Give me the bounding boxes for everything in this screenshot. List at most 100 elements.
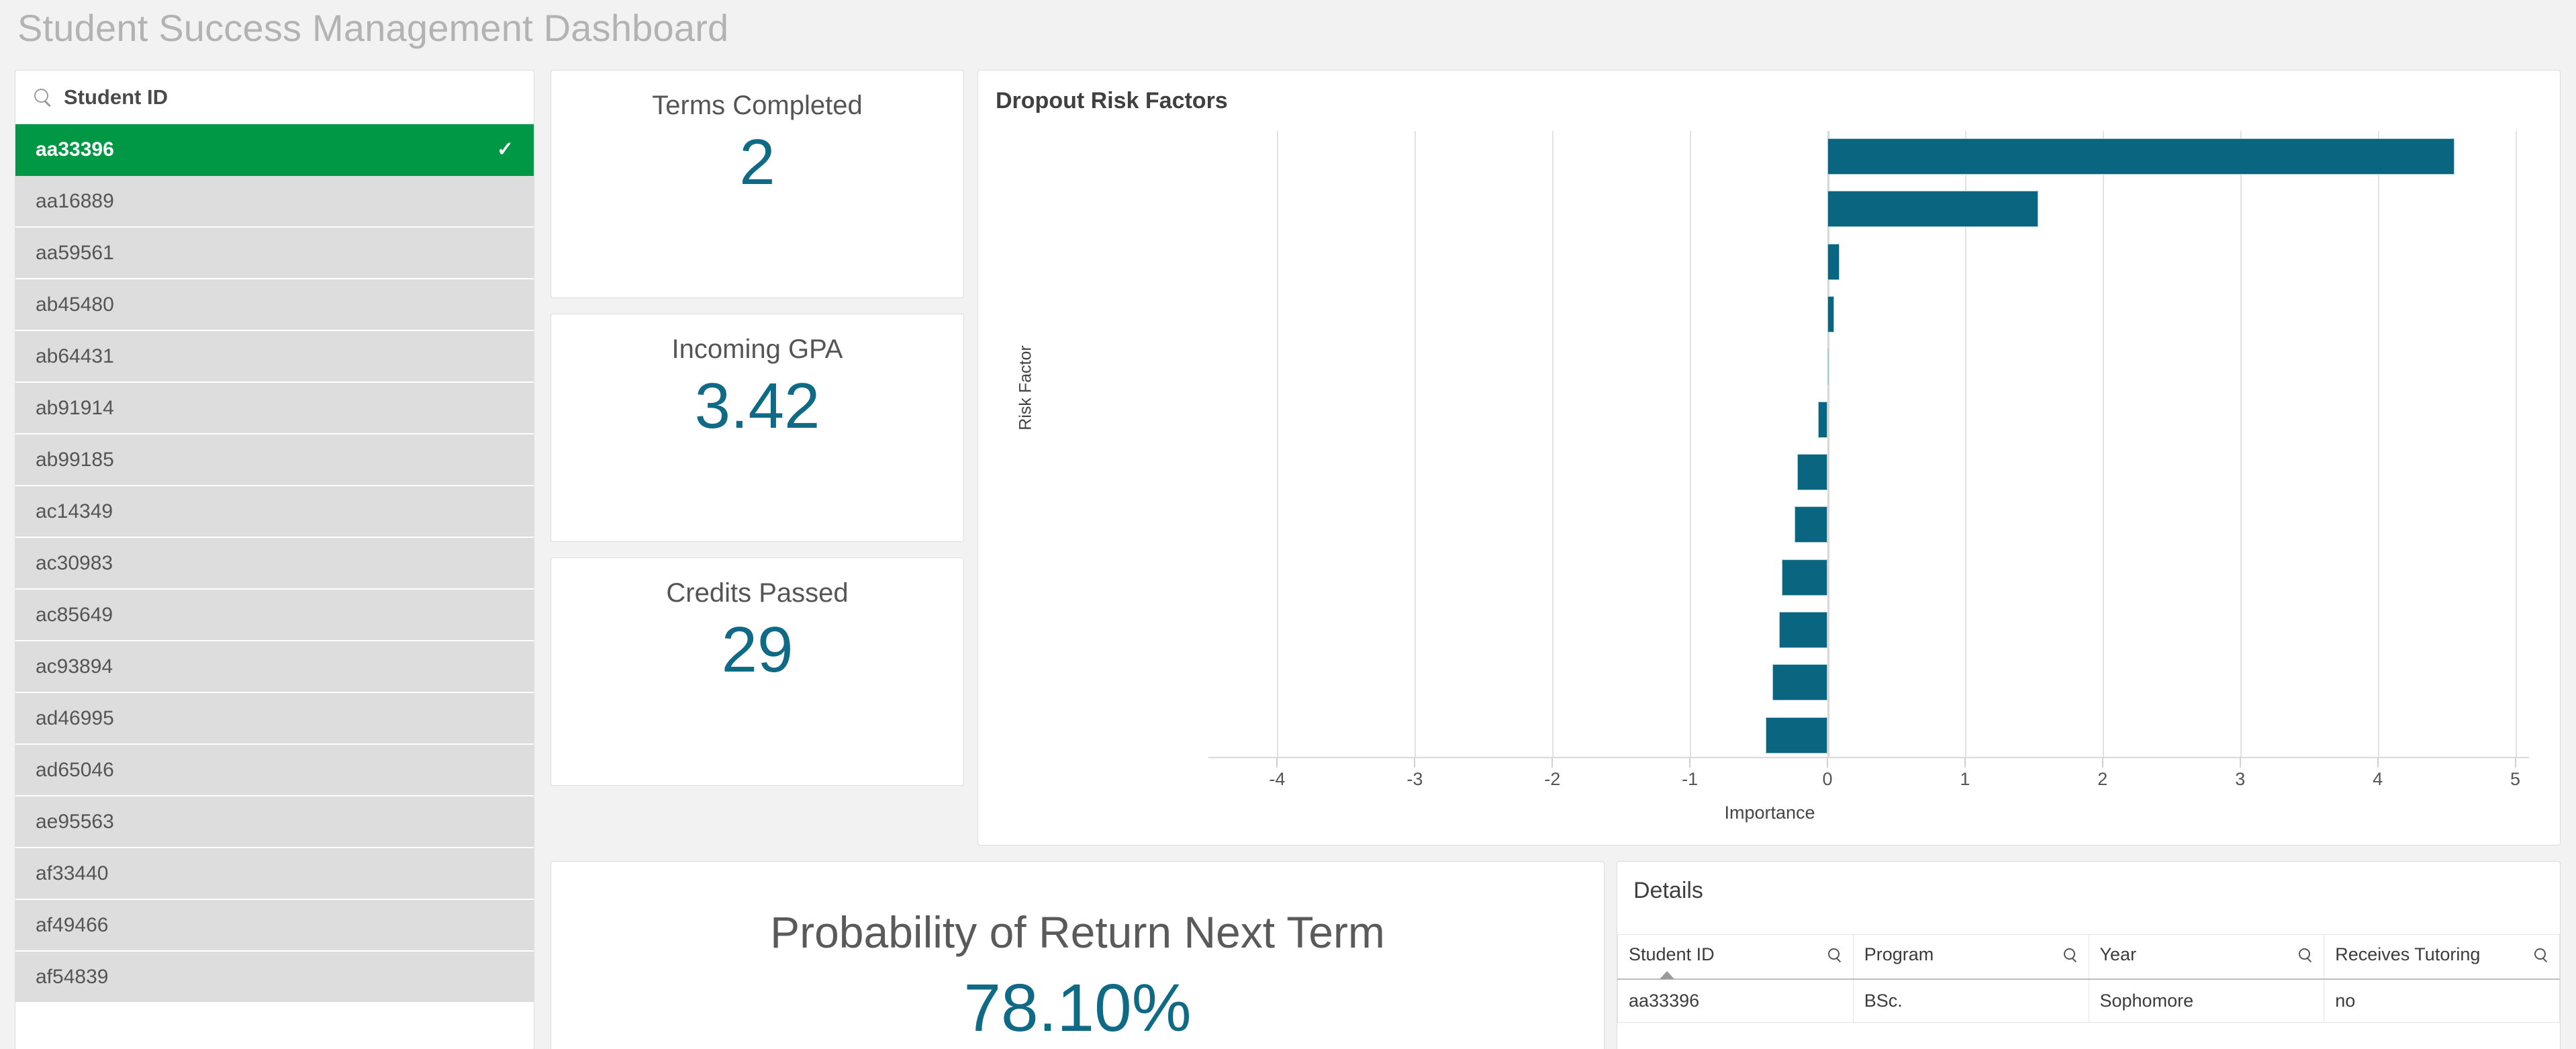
- chart-bar[interactable]: [1765, 717, 1828, 754]
- student-list-item[interactable]: af54839: [15, 952, 534, 1003]
- page-title: Student Success Management Dashboard: [17, 6, 729, 49]
- student-list-item[interactable]: ae95563: [15, 796, 534, 848]
- chart-bar-row: Scholarship Status: [1208, 131, 2529, 182]
- x-axis-tick: [1414, 758, 1416, 768]
- column-search-icon[interactable]: [2534, 948, 2548, 962]
- chart-bar-row: Library Scans Last Semester: [1208, 552, 2529, 603]
- table-cell-receives-tutoring: no: [2324, 978, 2560, 1023]
- details-column-label: Year: [2099, 944, 2137, 964]
- student-list-item[interactable]: aa33396 ✓: [15, 124, 534, 176]
- chart-bar[interactable]: [1779, 611, 1828, 648]
- chart-bar[interactable]: [1797, 453, 1828, 490]
- student-list-item[interactable]: af33440: [15, 848, 534, 900]
- dashboard-canvas: aa33396 ✓ aa16889 aa59561 ab45480 ab64431 ab91…: [0, 55, 2576, 1049]
- chart-bar-row: Local High School: [1208, 289, 2529, 340]
- details-column-header[interactable]: Program: [1852, 934, 2089, 980]
- chart-bar[interactable]: [1817, 401, 1828, 438]
- student-id-label: aa33396: [36, 138, 114, 161]
- details-title: Details: [1633, 878, 1703, 903]
- chart-bar[interactable]: [1794, 506, 1828, 543]
- x-axis-tick-label: 2: [2097, 769, 2108, 789]
- student-search-row[interactable]: [15, 71, 534, 124]
- student-filter-panel: aa33396 ✓ aa16889 aa59561 ab45480 ab64431 ab91…: [15, 70, 534, 1049]
- details-column-header[interactable]: Year: [2088, 934, 2325, 980]
- student-list-item[interactable]: aa16889: [15, 176, 534, 228]
- student-list-item[interactable]: ac85649: [15, 590, 534, 641]
- x-axis-tick-label: 0: [1822, 769, 1833, 789]
- chart-bar[interactable]: [1772, 664, 1828, 701]
- details-column-header[interactable]: Receives Tutoring: [2324, 934, 2560, 980]
- chart-plot-area: Scholarship StatusGPA Last SemesterRecei…: [1208, 131, 2529, 757]
- student-list-item[interactable]: ab99185: [15, 435, 534, 486]
- x-axis-tick-label: 1: [1960, 769, 1970, 789]
- x-axis-tick: [2514, 758, 2516, 768]
- kpi-card-credits-passed: Credits Passed 29: [551, 557, 964, 786]
- chart-bar-row: Start Month: [1208, 394, 2529, 445]
- student-id-label: af54839: [36, 965, 109, 988]
- x-axis-tick: [2377, 758, 2379, 768]
- student-id-label: ad46995: [36, 706, 114, 729]
- details-panel: Details Student ID Program Year Receives Tu…: [1617, 861, 2561, 1049]
- table-row[interactable]: aa33396 BSc. Sophomore no: [1617, 978, 2560, 1023]
- probability-title: Probability of Return Next Term: [770, 907, 1385, 957]
- details-column-header[interactable]: Student ID: [1617, 934, 1854, 980]
- chart-bar[interactable]: [1827, 243, 1840, 280]
- student-list-item[interactable]: ac14349: [15, 486, 534, 538]
- chart-bar[interactable]: [1827, 191, 2038, 228]
- column-search-icon[interactable]: [1827, 948, 1842, 962]
- student-list-item[interactable]: ab91914: [15, 383, 534, 435]
- column-search-icon[interactable]: [2063, 948, 2078, 962]
- details-table-body: aa33396 BSc. Sophomore no: [1617, 978, 2560, 1023]
- x-axis-tick-label: 5: [2510, 769, 2521, 789]
- student-id-label: ae95563: [36, 810, 114, 833]
- x-axis-tick-label: -3: [1406, 769, 1423, 789]
- x-axis-tick: [2239, 758, 2241, 768]
- student-id-label: ac93894: [36, 655, 113, 678]
- x-axis-tick-label: -2: [1544, 769, 1561, 789]
- chart-baseline: [1208, 757, 2529, 758]
- kpi-value: 29: [721, 614, 794, 686]
- x-axis-title: Importance: [1724, 803, 1815, 823]
- table-cell-student-id: aa33396: [1617, 978, 1854, 1023]
- kpi-value: 3.42: [694, 370, 820, 442]
- chart-bar-row: Incoming Credits: [1208, 447, 2529, 498]
- student-id-label: af33440: [36, 862, 109, 884]
- chart-bar[interactable]: [1827, 295, 1835, 332]
- kpi-card-terms-completed: Terms Completed 2: [551, 70, 964, 298]
- kpi-value: 2: [739, 126, 775, 198]
- student-id-label: ab99185: [36, 448, 114, 471]
- chart-bar[interactable]: [1827, 349, 1829, 385]
- student-id-label: ac30983: [36, 551, 113, 574]
- student-id-label: ad65046: [36, 758, 114, 781]
- dropout-risk-factors-panel: Dropout Risk Factors Risk Factor Scholar…: [977, 70, 2561, 846]
- student-list-item[interactable]: ad65046: [15, 745, 534, 796]
- student-id-label: aa16889: [36, 189, 114, 212]
- kpi-title: Incoming GPA: [671, 334, 843, 364]
- student-list-item[interactable]: ab45480: [15, 279, 534, 331]
- student-id-label: ac85649: [36, 603, 113, 626]
- student-id-list[interactable]: aa33396 ✓ aa16889 aa59561 ab45480 ab64431 ab91…: [15, 124, 534, 1049]
- column-search-icon[interactable]: [2298, 948, 2313, 962]
- probability-of-return-card: Probability of Return Next Term 78.10%: [551, 861, 1605, 1049]
- student-id-label: ab64431: [36, 345, 114, 367]
- chart-bar-row: [1208, 710, 2529, 758]
- details-column-label: Student ID: [1629, 944, 1715, 964]
- student-list-item[interactable]: ad46995: [15, 693, 534, 745]
- table-cell-year: Sophomore: [2088, 978, 2325, 1023]
- student-list-item[interactable]: aa59561: [15, 228, 534, 279]
- student-list-item[interactable]: ac30983: [15, 538, 534, 590]
- x-axis-tick: [1964, 758, 1966, 768]
- details-header-row: Student ID Program Year Receives Tutoring: [1617, 934, 2560, 980]
- student-list-item[interactable]: ab64431: [15, 331, 534, 383]
- student-list-item[interactable]: ac93894: [15, 641, 534, 693]
- x-axis-tick: [1276, 758, 1278, 768]
- app-header: Student Success Management Dashboard: [0, 0, 2576, 55]
- chart-bar[interactable]: [1827, 138, 2455, 175]
- search-input[interactable]: [64, 85, 516, 109]
- chart-bar-row: Academic Probation: [1208, 499, 2529, 550]
- student-id-label: aa59561: [36, 241, 114, 264]
- chart-bar[interactable]: [1782, 559, 1828, 596]
- student-list-item[interactable]: af49466: [15, 900, 534, 952]
- details-column-label: Receives Tutoring: [2335, 944, 2481, 964]
- student-id-label: ac14349: [36, 500, 113, 522]
